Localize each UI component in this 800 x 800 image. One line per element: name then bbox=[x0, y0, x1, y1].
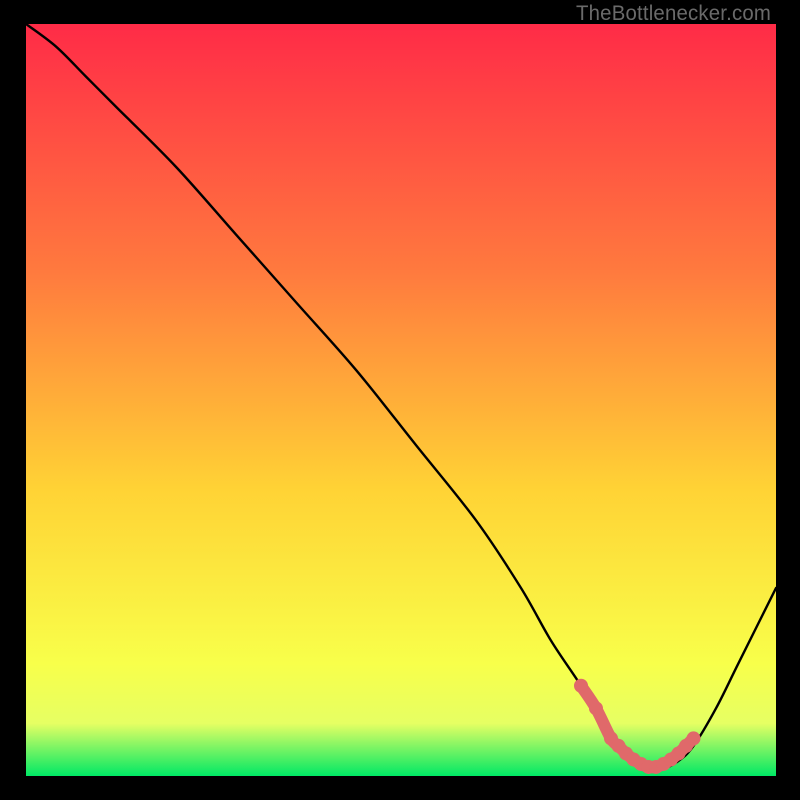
watermark-text: TheBottlenecker.com bbox=[576, 2, 771, 26]
bottleneck-chart bbox=[26, 24, 776, 776]
gradient-background bbox=[26, 24, 776, 776]
optimal-zone-marker bbox=[574, 679, 588, 693]
plot-area bbox=[26, 24, 776, 776]
optimal-zone-marker bbox=[589, 701, 603, 715]
chart-frame: TheBottlenecker.com bbox=[0, 0, 800, 800]
optimal-zone-marker bbox=[687, 731, 701, 745]
